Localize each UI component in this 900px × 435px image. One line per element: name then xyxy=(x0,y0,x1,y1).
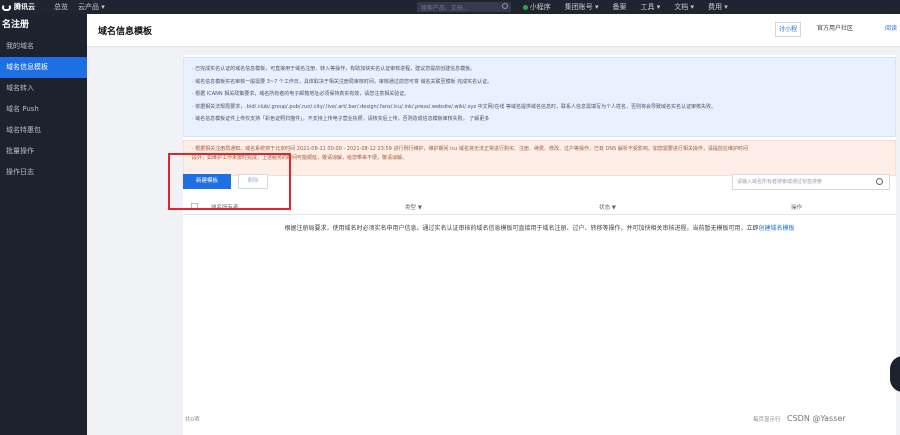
sidebar-title: 名注册 xyxy=(2,20,30,30)
top-navigation-bar: 腾讯云 总览 云产品 ▾ 搜索产品、文档... 小程序 集团账号 ▾ 备案 工具… xyxy=(0,0,900,14)
template-search-input[interactable]: 请输入域名所有者搜索或通过标签搜索 xyxy=(732,174,890,190)
notice-line: · 根据相关注册局通知，域名系统将于北京时间 2021-08-11 00:00 … xyxy=(192,146,748,152)
icp-filing-link[interactable]: 备案 xyxy=(613,2,627,12)
new-template-button[interactable]: 新建模板 xyxy=(183,174,231,189)
page-title: 域名信息模板 xyxy=(98,26,153,37)
sidebar-item-domain-push[interactable]: 域名 Push xyxy=(0,99,87,120)
notice-line: · 已完成实名认证的域名信息模板，可直接用于域名注册、转入等操作，有助加快实名认… xyxy=(192,66,476,72)
search-placeholder: 搜索产品、文档... xyxy=(420,4,469,12)
column-type-filter[interactable]: 类型 ▼ xyxy=(405,203,422,211)
mini-program-label: 小程序 xyxy=(529,3,551,11)
empty-state-text: 根据注册局要求，使用域名时必须实名申用户信息。通过实名认证审核的域名信息模板可直… xyxy=(284,225,759,232)
main-content: · 已完成实名认证的域名信息模板，可直接用于域名注册、转入等操作，有助加快实名认… xyxy=(87,47,900,435)
search-icon[interactable] xyxy=(876,178,883,185)
info-notice: · 已完成实名认证的域名信息模板，可直接用于域名注册、转入等操作，有助加快实名认… xyxy=(183,57,896,137)
mini-program-icon xyxy=(522,4,528,10)
notice-line: · 域名信息模板证件上传仅支持「彩色证照扫描件」，不支持上传电子营业执照，请核实… xyxy=(192,116,490,122)
page-size-selector[interactable]: 每页显示行 xyxy=(753,415,781,423)
cloud-icon xyxy=(2,3,11,11)
empty-state: 根据注册局要求，使用域名时必须实名申用户信息。通过实名认证审核的域名信息模板可直… xyxy=(183,223,896,232)
read-link[interactable]: 阅读 xyxy=(882,22,900,37)
notice-line: · 域名信息模板实名审核一般需要 3~7 个工作日，具体取决于相关注册局审核时间… xyxy=(192,78,493,85)
column-status-filter[interactable]: 状态 ▼ xyxy=(599,203,616,211)
billing-menu[interactable]: 费用 ▾ xyxy=(708,2,728,12)
page-header: 域名信息模板 讨小程 官方用户社区 阅读 xyxy=(87,14,900,47)
sidebar-item-my-domains[interactable]: 我的域名 xyxy=(0,36,87,57)
maintenance-notice: · 根据相关注册局通知，域名系统将于北京时间 2021-08-11 00:00 … xyxy=(183,140,896,176)
search-icon[interactable] xyxy=(501,3,508,9)
group-account-menu[interactable]: 集团账号 ▾ xyxy=(565,2,599,12)
tools-menu[interactable]: 工具 ▾ xyxy=(641,2,661,12)
notice-line: 段外，如维护工作未按时完成，上述服务的时间可能顺延，敬请谅解，给您带来不便，敬请… xyxy=(192,155,408,161)
mini-program-link[interactable]: 小程序 xyxy=(522,2,551,12)
brand-name: 腾讯云 xyxy=(14,3,35,11)
select-all-checkbox[interactable] xyxy=(191,203,198,210)
notice-line: · 依据相关法规局要求，.bid/.club/.group/.pub/.run/… xyxy=(192,103,716,110)
total-count: 共0项 xyxy=(185,417,200,423)
sidebar-item-batch-operations[interactable]: 批量操作 xyxy=(0,141,87,162)
sidebar-item-domain-templates[interactable]: 域名信息模板 xyxy=(0,57,87,78)
column-actions: 操作 xyxy=(791,205,803,211)
floating-help-button[interactable] xyxy=(890,356,900,392)
nav-overview[interactable]: 总览 xyxy=(54,2,68,12)
create-template-link[interactable]: 创建域名模板 xyxy=(759,225,795,232)
tencent-cloud-logo[interactable]: 腾讯云 xyxy=(0,2,44,12)
docs-menu[interactable]: 文档 ▾ xyxy=(674,2,694,12)
delete-button[interactable]: 删除 xyxy=(238,174,268,189)
watermark: CSDN @Yasser xyxy=(787,414,846,423)
community-link[interactable]: 官方用户社区 xyxy=(814,22,857,37)
sidebar-item-domain-packages[interactable]: 域名特惠包 xyxy=(0,120,87,141)
nav-products[interactable]: 云产品 ▾ xyxy=(78,2,105,12)
help-button[interactable]: 讨小程 xyxy=(775,22,802,37)
search-placeholder: 请输入域名所有者搜索或通过标签搜索 xyxy=(737,179,823,185)
column-owner: 域名所有者 xyxy=(211,205,239,211)
global-search-input[interactable]: 搜索产品、文档... xyxy=(416,2,511,12)
sidebar-item-operation-logs[interactable]: 操作日志 xyxy=(0,162,87,183)
notice-line: · 根据 ICANN 相关政策要求，域名所有者的电子邮箱地址必须保持真实有效，请… xyxy=(192,91,410,97)
sidebar-item-domain-transfer[interactable]: 域名转入 xyxy=(0,78,87,99)
table-header: 域名所有者 类型 ▼ 状态 ▼ 操作 xyxy=(183,199,896,215)
sidebar: 名注册 我的域名 域名信息模板 域名转入 域名 Push 域名特惠包 批量操作 … xyxy=(0,14,87,435)
